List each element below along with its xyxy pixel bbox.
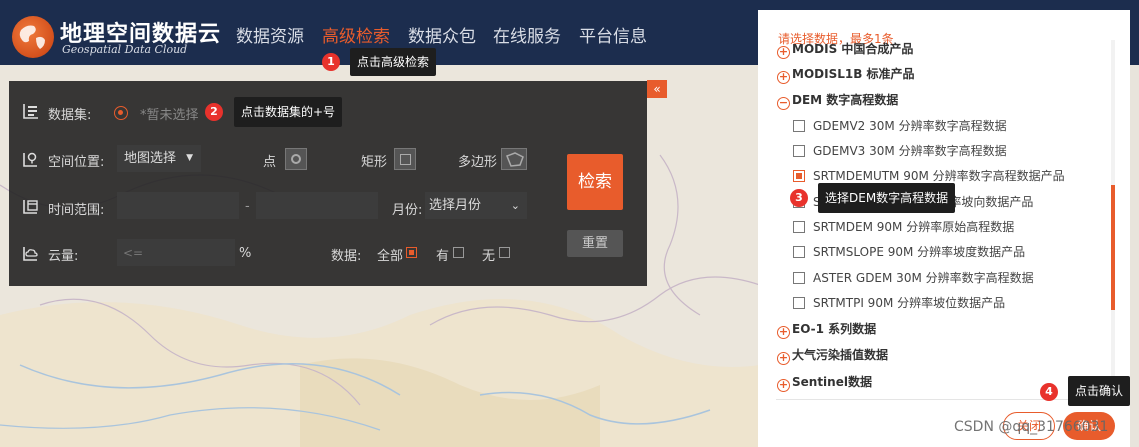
dataset-item[interactable]: SRTMDEMUTM 90M 分辨率数字高程数据产品 [793, 167, 1065, 184]
collapse-panel-button[interactable]: « [647, 80, 667, 98]
month-label: 月份: [392, 203, 423, 218]
plus-icon: + [777, 325, 790, 339]
search-button[interactable]: 检索 [567, 154, 623, 210]
location-method-value: 地图选择 [124, 151, 177, 166]
location-method-select[interactable]: 地图选择 ▼ [117, 145, 201, 172]
watermark: CSDN @qq_31766031 [954, 419, 1109, 435]
dataset-checkbox[interactable] [793, 297, 805, 309]
category-eo1[interactable]: + EO-1 系列数据 [777, 320, 876, 339]
category-label: MODISL1B 标准产品 [792, 67, 915, 81]
dataset-item[interactable]: GDEMV3 30M 分辨率数字高程数据 [793, 142, 1007, 159]
dataset-item[interactable]: SRTMTPI 90M 分辨率坡位数据产品 [793, 294, 1005, 311]
step-badge-4: 4 [1040, 383, 1058, 401]
nav-platform-info[interactable]: 平台信息 [579, 22, 647, 47]
point-tool-button[interactable] [285, 148, 307, 170]
tooltip-step-3: 选择DEM数字高程数据 [818, 183, 956, 213]
dataset-item-label: ASTER GDEM 30M 分辨率数字高程数据 [813, 271, 1034, 285]
location-icon [22, 150, 40, 168]
category-label: Sentinel数据 [792, 375, 872, 389]
dataset-item[interactable]: ASTER GDEM 30M 分辨率数字高程数据 [793, 269, 1034, 286]
tooltip-step-4: 点击确认 [1068, 376, 1131, 406]
scrollbar-thumb[interactable] [1111, 185, 1115, 310]
dataset-icon [22, 102, 40, 120]
option-no-checkbox[interactable] [499, 247, 510, 258]
option-all-label: 全部 [377, 249, 404, 264]
time-label: 时间范围: [48, 203, 105, 218]
category-sentinel[interactable]: + Sentinel数据 [777, 373, 872, 392]
nav-advanced-search[interactable]: 高级检索 [322, 22, 390, 47]
option-no-label: 无 [482, 249, 496, 264]
site-logo[interactable]: 地理空间数据云 Geospatial Data Cloud [10, 12, 220, 58]
dataset-item[interactable]: GDEMV2 30M 分辨率数字高程数据 [793, 117, 1007, 134]
calendar-icon [22, 197, 40, 215]
option-all-checkbox[interactable] [406, 247, 417, 258]
minus-icon: − [777, 96, 790, 110]
logo-title-en: Geospatial Data Cloud [62, 43, 188, 56]
dataset-checkbox[interactable] [793, 246, 805, 258]
dataset-item-label: SRTMDEMUTM 90M 分辨率数字高程数据产品 [813, 169, 1065, 183]
nav-online-services[interactable]: 在线服务 [493, 22, 561, 47]
dataset-checkbox[interactable] [793, 145, 805, 157]
category-modisl1b[interactable]: + MODISL1B 标准产品 [777, 65, 915, 84]
category-label: 大气污染插值数据 [792, 348, 889, 362]
month-select-value: 选择月份 [429, 198, 482, 213]
cloud-icon [22, 244, 40, 262]
category-label: MODIS 中国合成产品 [792, 42, 914, 56]
dataset-checkbox[interactable] [793, 272, 805, 284]
plus-icon: + [777, 45, 790, 59]
reset-button[interactable]: 重置 [567, 230, 623, 257]
caret-down-icon: ▼ [186, 153, 193, 163]
polygon-label: 多边形 [458, 155, 498, 170]
point-label: 点 [263, 155, 277, 170]
polygon-tool-button[interactable] [501, 148, 527, 170]
dataset-add-button[interactable] [114, 106, 128, 120]
tooltip-step-2: 点击数据集的+号 [234, 97, 343, 127]
date-separator: - [245, 199, 250, 214]
location-label: 空间位置: [48, 155, 105, 170]
end-date-input[interactable] [256, 192, 378, 219]
step-badge-3: 3 [790, 189, 808, 207]
step-badge-2: 2 [205, 103, 223, 121]
dataset-checkbox[interactable] [793, 170, 805, 182]
polygon-icon [506, 152, 524, 167]
plus-icon: + [777, 351, 790, 365]
dataset-checkbox[interactable] [793, 221, 805, 233]
dataset-item[interactable]: SRTMDEM 90M 分辨率原始高程数据 [793, 218, 1014, 235]
dataset-item-label: SRTMTPI 90M 分辨率坡位数据产品 [813, 296, 1006, 310]
step-badge-1: 1 [322, 53, 340, 71]
dataset-item-label: SRTMSLOPE 90M 分辨率坡度数据产品 [813, 245, 1026, 259]
dataset-item-label: SRTMDEM 90M 分辨率原始高程数据 [813, 220, 1015, 234]
nav-data-resources[interactable]: 数据资源 [236, 22, 304, 47]
dataset-placeholder: *暂未选择 [140, 108, 199, 123]
option-yes-label: 有 [436, 249, 450, 264]
option-yes-checkbox[interactable] [453, 247, 464, 258]
start-date-input[interactable] [117, 192, 239, 219]
month-select[interactable]: 选择月份 ⌄ [425, 192, 527, 219]
dataset-item-label: GDEMV3 30M 分辨率数字高程数据 [813, 144, 1007, 158]
data-availability-label: 数据: [331, 249, 362, 264]
plus-icon: + [777, 378, 790, 392]
rectangle-tool-button[interactable] [394, 148, 416, 170]
rect-label: 矩形 [361, 155, 388, 170]
category-dem[interactable]: − DEM 数字高程数据 [777, 91, 898, 110]
category-air-pollution[interactable]: + 大气污染插值数据 [777, 346, 888, 365]
category-modis-china[interactable]: + MODIS 中国合成产品 [777, 40, 913, 59]
rectangle-icon [400, 154, 411, 165]
dataset-label: 数据集: [48, 108, 92, 123]
dataset-item-label: GDEMV2 30M 分辨率数字高程数据 [813, 119, 1007, 133]
point-icon [291, 154, 301, 164]
globe-logo-icon [12, 16, 54, 58]
nav-crowdsourcing[interactable]: 数据众包 [408, 22, 476, 47]
cloud-cover-input[interactable] [117, 239, 235, 266]
category-label: DEM 数字高程数据 [792, 93, 899, 107]
plus-icon: + [777, 70, 790, 84]
tooltip-step-1: 点击高级检索 [350, 48, 437, 76]
dataset-checkbox[interactable] [793, 120, 805, 132]
cloud-label: 云量: [48, 249, 79, 264]
cloud-unit: % [239, 246, 252, 261]
category-label: EO-1 系列数据 [792, 322, 877, 336]
chevron-down-icon: ⌄ [510, 199, 520, 212]
dataset-item[interactable]: SRTMSLOPE 90M 分辨率坡度数据产品 [793, 243, 1025, 260]
